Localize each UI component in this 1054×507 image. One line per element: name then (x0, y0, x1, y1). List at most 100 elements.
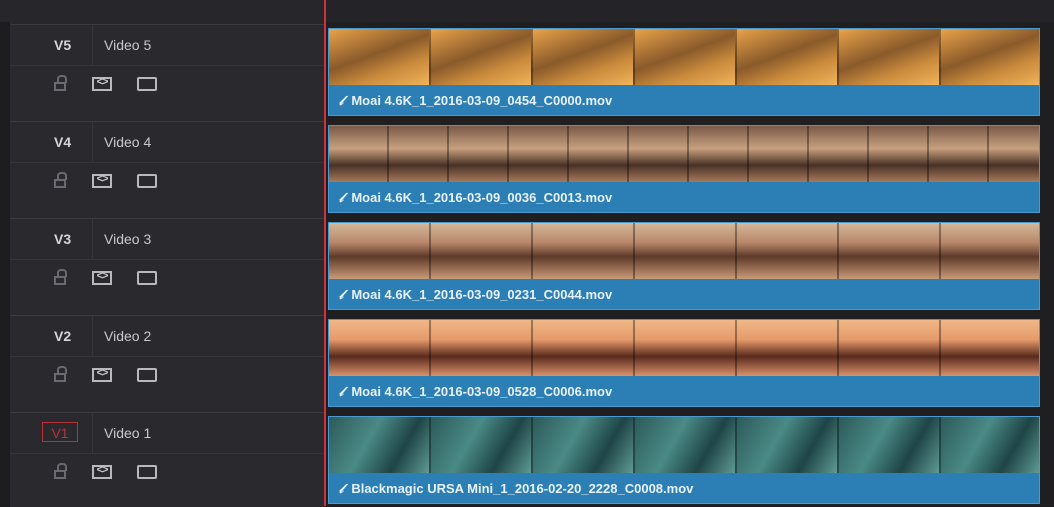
disable-track-icon[interactable] (137, 465, 157, 479)
track-name[interactable]: Video 5 (104, 37, 151, 53)
thumbnail (737, 417, 839, 473)
track-name[interactable]: Video 3 (104, 231, 151, 247)
track-destination-button[interactable]: V1 (42, 422, 78, 442)
thumbnail (929, 126, 989, 182)
thumbnail (431, 29, 533, 85)
track-header-v4[interactable]: V4 Video 4 <> (10, 121, 324, 218)
auto-select-icon[interactable]: <> (92, 367, 112, 382)
disable-track-icon[interactable] (137, 174, 157, 188)
thumbnail (329, 417, 431, 473)
auto-select-icon[interactable]: <> (92, 76, 112, 91)
thumbnail (839, 29, 941, 85)
thumbnail (329, 223, 431, 279)
lock-icon[interactable] (54, 366, 68, 384)
timeline-panel: V5 Video 5 <> V4 Video 4 <> V3 Video 3 <… (0, 0, 1054, 507)
thumbnail (737, 29, 839, 85)
track-id[interactable]: V2 (54, 328, 71, 344)
divider (92, 25, 93, 65)
clip-thumbnails (329, 126, 1039, 182)
thumbnail (737, 223, 839, 279)
disable-track-icon[interactable] (137, 77, 157, 91)
auto-select-icon[interactable]: <> (92, 173, 112, 188)
track-header-v2[interactable]: V2 Video 2 <> (10, 315, 324, 412)
clip-filename: Moai 4.6K_1_2016-03-09_0454_C0000.mov (351, 93, 613, 108)
thumbnail (389, 126, 449, 182)
thumbnail (941, 320, 1039, 376)
disable-track-icon[interactable] (137, 271, 157, 285)
divider (10, 453, 324, 454)
thumbnail (839, 417, 941, 473)
track-header-v5[interactable]: V5 Video 5 <> (10, 24, 324, 121)
track-header-title-row: V1 Video 1 (10, 413, 324, 453)
divider (10, 162, 324, 163)
thumbnail (509, 126, 569, 182)
thumbnail (635, 223, 737, 279)
thumbnail (329, 29, 431, 85)
clip-thumbnails (329, 223, 1039, 279)
track-header-title-row: V2 Video 2 (10, 316, 324, 356)
thumbnail (533, 29, 635, 85)
clip-thumbnails (329, 29, 1039, 85)
thumbnail (809, 126, 869, 182)
track-id[interactable]: V3 (54, 231, 71, 247)
clip-name: 𝓁 Moai 4.6K_1_2016-03-09_0036_C0013.mov (339, 190, 612, 206)
track-id[interactable]: V4 (54, 134, 71, 150)
video-clip-v5[interactable]: 𝓁 Moai 4.6K_1_2016-03-09_0454_C0000.mov (328, 28, 1040, 116)
link-icon: 𝓁 (339, 287, 344, 302)
divider (92, 219, 93, 259)
video-clip-v2[interactable]: 𝓁 Moai 4.6K_1_2016-03-09_0528_C0006.mov (328, 319, 1040, 407)
track-header-title-row: V3 Video 3 (10, 219, 324, 259)
thumbnail (431, 223, 533, 279)
thumbnail (839, 320, 941, 376)
thumbnail (635, 29, 737, 85)
auto-select-icon[interactable]: <> (92, 270, 112, 285)
clip-name: 𝓁 Moai 4.6K_1_2016-03-09_0454_C0000.mov (339, 93, 612, 109)
thumbnail (839, 223, 941, 279)
thumbnail (533, 417, 635, 473)
track-header-v3[interactable]: V3 Video 3 <> (10, 218, 324, 315)
thumbnail (635, 417, 737, 473)
playhead[interactable] (324, 0, 326, 506)
lock-icon[interactable] (54, 269, 68, 287)
lock-icon[interactable] (54, 75, 68, 93)
thumbnail (635, 320, 737, 376)
thumbnail (569, 126, 629, 182)
video-clip-v3[interactable]: 𝓁 Moai 4.6K_1_2016-03-09_0231_C0044.mov (328, 222, 1040, 310)
clip-thumbnails (329, 417, 1039, 473)
lock-icon[interactable] (54, 172, 68, 190)
link-icon: 𝓁 (339, 93, 344, 108)
disable-track-icon[interactable] (137, 368, 157, 382)
thumbnail (869, 126, 929, 182)
thumbnail (941, 223, 1039, 279)
clip-name: 𝓁 Moai 4.6K_1_2016-03-09_0528_C0006.mov (339, 384, 612, 400)
thumbnail (941, 29, 1039, 85)
auto-select-icon[interactable]: <> (92, 464, 112, 479)
track-name[interactable]: Video 4 (104, 134, 151, 150)
track-header-v1[interactable]: V1 Video 1 <> (10, 412, 324, 507)
track-id[interactable]: V5 (54, 37, 71, 53)
thumbnail (989, 126, 1039, 182)
thumbnail (329, 320, 431, 376)
track-name[interactable]: Video 1 (104, 425, 151, 441)
thumbnail (689, 126, 749, 182)
thumbnail (431, 320, 533, 376)
thumbnail (737, 320, 839, 376)
track-header-title-row: V4 Video 4 (10, 122, 324, 162)
link-icon: 𝓁 (339, 190, 344, 205)
clip-name: 𝓁 Blackmagic URSA Mini_1_2016-02-20_2228_… (339, 481, 693, 497)
divider (92, 316, 93, 356)
video-clip-v1[interactable]: 𝓁 Blackmagic URSA Mini_1_2016-02-20_2228_… (328, 416, 1040, 504)
clip-filename: Blackmagic URSA Mini_1_2016-02-20_2228_C… (351, 481, 694, 496)
lock-icon[interactable] (54, 463, 68, 481)
clip-filename: Moai 4.6K_1_2016-03-09_0528_C0006.mov (351, 384, 613, 399)
link-icon: 𝓁 (339, 481, 344, 496)
divider (92, 413, 93, 453)
thumbnail (431, 417, 533, 473)
divider (10, 259, 324, 260)
track-name[interactable]: Video 2 (104, 328, 151, 344)
video-clip-v4[interactable]: 𝓁 Moai 4.6K_1_2016-03-09_0036_C0013.mov (328, 125, 1040, 213)
link-icon: 𝓁 (339, 384, 344, 399)
thumbnail (941, 417, 1039, 473)
divider (10, 356, 324, 357)
clip-filename: Moai 4.6K_1_2016-03-09_0036_C0013.mov (351, 190, 613, 205)
